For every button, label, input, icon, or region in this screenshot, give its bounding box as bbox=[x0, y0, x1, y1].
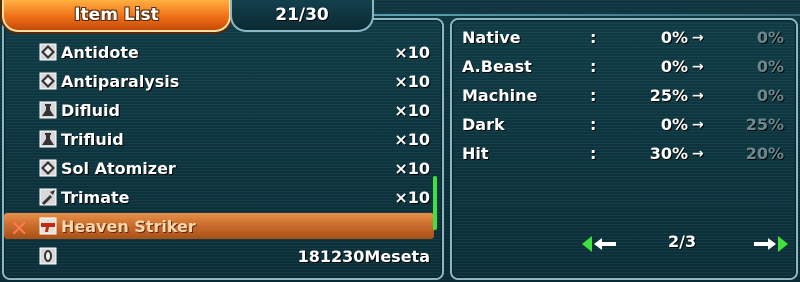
list-item[interactable]: Antiparalysis ×10 bbox=[4, 68, 434, 94]
stat-label: Dark bbox=[462, 115, 505, 134]
stat-row-hit: Hit : 30% → 20% bbox=[462, 144, 788, 170]
list-item[interactable]: Sol Atomizer ×10 bbox=[4, 155, 434, 181]
meseta-row: 181230Meseta bbox=[4, 243, 434, 269]
item-name: Sol Atomizer bbox=[61, 158, 176, 178]
flask-icon bbox=[38, 129, 58, 149]
stat-current: 0% bbox=[660, 57, 688, 76]
page-indicator: 2/3 bbox=[668, 232, 697, 251]
item-name: Difluid bbox=[61, 100, 120, 120]
item-quantity: ×10 bbox=[394, 100, 430, 120]
stat-label: Native bbox=[462, 28, 521, 47]
list-item[interactable]: Antidote ×10 bbox=[4, 39, 434, 65]
item-name: Trimate bbox=[61, 187, 130, 207]
arrow-right-icon: → bbox=[692, 30, 704, 46]
list-item-selected[interactable]: Heaven Striker bbox=[4, 213, 434, 239]
stat-current: 0% bbox=[660, 115, 688, 134]
meseta-amount: 181230Meseta bbox=[297, 246, 430, 266]
item-name: Antiparalysis bbox=[61, 71, 180, 91]
arrow-right-icon: → bbox=[692, 146, 704, 162]
stat-row-machine: Machine : 25% → 0% bbox=[462, 86, 788, 112]
stat-current: 25% bbox=[649, 86, 688, 105]
diamond-item-icon bbox=[38, 42, 58, 62]
stat-label: Hit bbox=[462, 144, 489, 163]
arrow-right-icon: → bbox=[692, 88, 704, 104]
stat-colon: : bbox=[590, 57, 597, 76]
arrow-left-icon bbox=[582, 236, 616, 252]
arrow-right-icon: → bbox=[692, 117, 704, 133]
syringe-icon bbox=[38, 187, 58, 207]
arrow-right-icon bbox=[754, 236, 788, 252]
stat-current: 30% bbox=[649, 144, 688, 163]
meseta-icon bbox=[38, 246, 58, 266]
item-name: Antidote bbox=[61, 42, 139, 62]
tab-item-list[interactable]: Item List bbox=[2, 0, 231, 32]
prev-page-button[interactable] bbox=[580, 234, 620, 254]
item-quantity: ×10 bbox=[394, 42, 430, 62]
stat-colon: : bbox=[590, 144, 597, 163]
list-item[interactable]: Difluid ×10 bbox=[4, 97, 434, 123]
stat-label: Machine bbox=[462, 86, 538, 105]
stat-new: 0% bbox=[756, 28, 784, 47]
item-name: Heaven Striker bbox=[61, 216, 196, 236]
item-quantity: ×10 bbox=[394, 187, 430, 207]
stat-row-dark: Dark : 0% → 25% bbox=[462, 115, 788, 141]
cursor-x-icon: ✕ bbox=[10, 217, 29, 242]
list-item[interactable]: Trifluid ×10 bbox=[4, 126, 434, 152]
arrow-right-icon: → bbox=[692, 59, 704, 75]
item-quantity: ×10 bbox=[394, 71, 430, 91]
list-item[interactable]: Trimate ×10 bbox=[4, 184, 434, 210]
stat-new: 25% bbox=[745, 115, 784, 134]
diamond-item-icon bbox=[38, 71, 58, 91]
stat-label: A.Beast bbox=[462, 57, 532, 76]
stat-row-native: Native : 0% → 0% bbox=[462, 28, 788, 54]
stat-new: 20% bbox=[745, 144, 784, 163]
item-quantity: ×10 bbox=[394, 158, 430, 178]
flask-icon bbox=[38, 100, 58, 120]
inventory-count: 21/30 bbox=[275, 5, 329, 25]
item-name: Trifluid bbox=[61, 129, 124, 149]
tab-item-list-label: Item List bbox=[74, 5, 159, 25]
inventory-count-tab: 21/30 bbox=[230, 0, 374, 32]
page-navigator: 2/3 bbox=[580, 232, 790, 256]
stat-row-abeast: A.Beast : 0% → 0% bbox=[462, 57, 788, 83]
gun-icon bbox=[38, 216, 58, 236]
stat-colon: : bbox=[590, 115, 597, 134]
stat-current: 0% bbox=[660, 28, 688, 47]
next-page-button[interactable] bbox=[750, 234, 790, 254]
stat-colon: : bbox=[590, 86, 597, 105]
stat-new: 0% bbox=[756, 57, 784, 76]
item-quantity: ×10 bbox=[394, 129, 430, 149]
diamond-item-icon bbox=[38, 158, 58, 178]
stat-colon: : bbox=[590, 28, 597, 47]
scrollbar[interactable] bbox=[433, 176, 437, 230]
stat-new: 0% bbox=[756, 86, 784, 105]
